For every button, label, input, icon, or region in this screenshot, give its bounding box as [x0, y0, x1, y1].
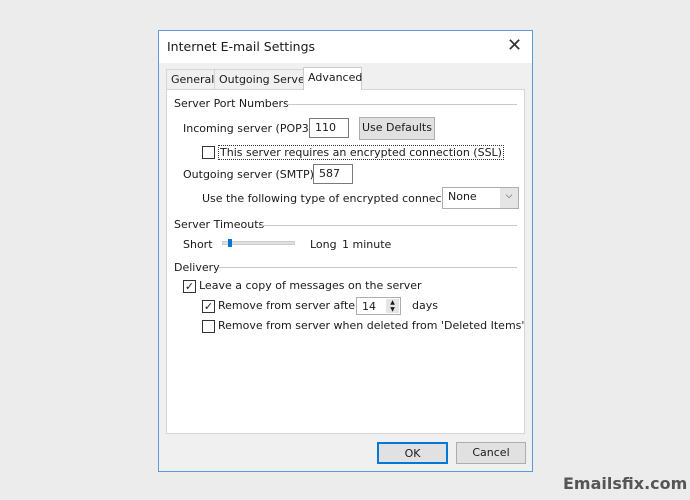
timeout-long-label: Long	[310, 238, 337, 251]
remove-deleted-label[interactable]: Remove from server when deleted from 'De…	[218, 319, 524, 332]
days-value: 14	[362, 300, 376, 313]
divider	[259, 225, 517, 226]
remove-deleted-checkbox[interactable]	[202, 320, 215, 333]
ssl-checkbox[interactable]	[202, 146, 215, 159]
days-stepper[interactable]: 14 ▲ ▼	[356, 297, 401, 315]
leave-copy-label[interactable]: Leave a copy of messages on the server	[199, 279, 422, 292]
remove-after-label[interactable]: Remove from server after	[218, 299, 360, 312]
timeout-value: 1 minute	[342, 238, 392, 251]
incoming-server-label: Incoming server (POP3):	[183, 122, 317, 135]
encryption-type-label: Use the following type of encrypted conn…	[202, 192, 467, 205]
outgoing-port-input[interactable]: 587	[313, 164, 353, 184]
encryption-type-select[interactable]: None ⌵	[442, 187, 519, 209]
title-bar: Internet E-mail Settings ✕	[159, 31, 532, 63]
tab-general[interactable]: General	[166, 69, 220, 89]
watermark: Emailsfix.com	[563, 474, 688, 493]
outgoing-server-label: Outgoing server (SMTP):	[183, 168, 318, 181]
leave-copy-checkbox[interactable]: ✓	[183, 280, 196, 293]
chevron-down-icon[interactable]: ⌵	[500, 188, 518, 208]
ssl-label[interactable]: This server requires an encrypted connec…	[218, 145, 504, 160]
tab-advanced[interactable]: Advanced	[303, 67, 362, 90]
ok-button[interactable]: OK	[377, 442, 448, 464]
incoming-port-input[interactable]: 110	[309, 118, 349, 138]
timeout-short-label: Short	[183, 238, 213, 251]
divider	[287, 104, 517, 105]
timeout-slider[interactable]	[222, 239, 295, 247]
tab-outgoing-server[interactable]: Outgoing Server	[214, 69, 315, 89]
advanced-panel: Server Port Numbers Incoming server (POP…	[166, 89, 525, 434]
remove-after-checkbox[interactable]: ✓	[202, 300, 215, 313]
internet-email-settings-dialog: Internet E-mail Settings ✕ General Outgo…	[158, 30, 533, 472]
spinner-arrows-icon[interactable]: ▲ ▼	[386, 299, 399, 313]
cancel-button[interactable]: Cancel	[456, 442, 526, 464]
slider-thumb[interactable]	[228, 239, 232, 247]
divider	[219, 267, 517, 268]
close-icon[interactable]: ✕	[507, 35, 522, 56]
delivery-label: Delivery	[174, 261, 220, 274]
dialog-title: Internet E-mail Settings	[167, 39, 316, 54]
days-label: days	[412, 299, 438, 312]
encryption-type-value: None	[448, 190, 477, 203]
use-defaults-button[interactable]: Use Defaults	[359, 117, 435, 140]
server-port-numbers-label: Server Port Numbers	[174, 97, 289, 110]
server-timeouts-label: Server Timeouts	[174, 218, 265, 231]
